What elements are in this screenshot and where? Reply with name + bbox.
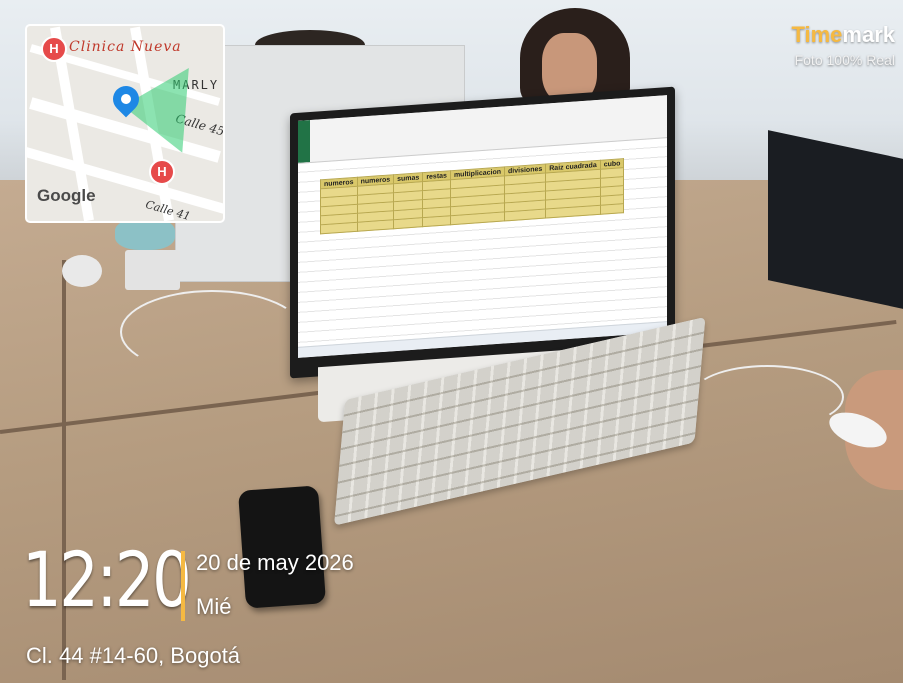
timemark-logo: Timemark bbox=[791, 22, 895, 48]
monitor-screen: numeros numeros sumas restas multiplicac… bbox=[298, 95, 667, 358]
divider bbox=[181, 551, 185, 621]
hospital-pin-icon: H bbox=[149, 159, 175, 185]
background-mouse bbox=[62, 255, 102, 287]
cable bbox=[690, 365, 844, 429]
date: 20 de may 2026 bbox=[196, 550, 354, 575]
cable bbox=[120, 290, 304, 374]
brand-mark: mark bbox=[842, 22, 895, 47]
weekday: Mié bbox=[196, 594, 232, 619]
clock: 12:20 bbox=[22, 535, 192, 624]
background-keyboard bbox=[125, 250, 180, 290]
laptop bbox=[768, 130, 903, 310]
hospital-pin-icon: H bbox=[41, 36, 67, 62]
location-map: H Clinica Nueva MARLY Calle 45 Calle 41 … bbox=[25, 24, 225, 223]
google-logo: Google bbox=[37, 186, 96, 205]
excel-tab bbox=[298, 120, 310, 163]
monitor: numeros numeros sumas restas multiplicac… bbox=[290, 86, 675, 379]
brand-time: Time bbox=[791, 22, 843, 47]
map-place-label: Clinica Nueva bbox=[69, 39, 182, 55]
address: Cl. 44 #14-60, Bogotá bbox=[26, 643, 241, 668]
phone bbox=[237, 485, 327, 609]
brand-subtitle: Foto 100% Real bbox=[794, 52, 895, 68]
